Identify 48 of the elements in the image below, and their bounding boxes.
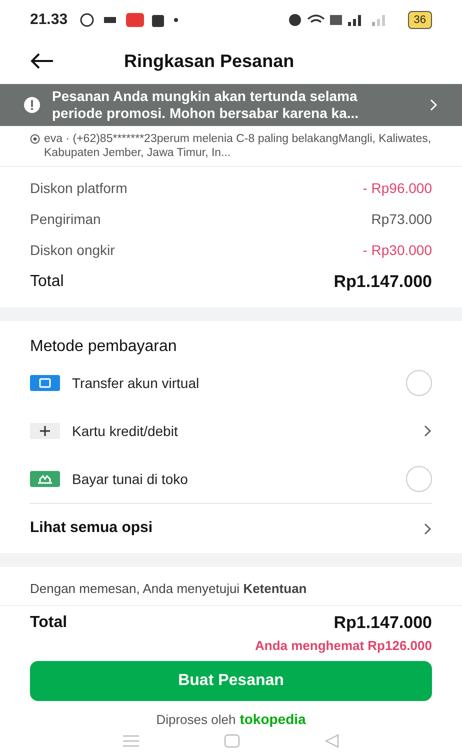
payment-option[interactable]: Bayar tunai di toko [30,455,432,503]
summary-value: - Rp96.000 [362,179,432,198]
radio-button[interactable] [406,370,432,396]
menu-icon[interactable] [122,735,139,747]
brand-logo-text: tokopedia [240,710,306,729]
card-icon [30,375,60,391]
notice-banner[interactable]: Pesanan Anda mungkin akan tertunda selama periode promosi. Mohon bersabar karena ka... [0,84,462,126]
signal-icon [348,15,361,26]
home-icon[interactable] [224,734,240,748]
summary-value: - Rp30.000 [362,241,432,260]
footer-total-label: Total [30,612,68,633]
page-title: Ringkasan Pesanan [124,50,294,73]
dot-icon [174,18,178,22]
summary-value: Rp1.147.000 [334,270,432,293]
payment-option[interactable]: Transfer akun virtual [30,359,432,407]
back-button[interactable] [30,53,54,69]
wifi-icon [306,14,325,23]
address-text: eva · (+62)85*******23perum melenia C-8 paling belakangMangli, Kaliwates, Kabupaten Jember, Jawa Timur, In... [44,132,432,160]
payment-option[interactable]: Kartu kredit/debit [30,407,432,455]
summary-label: Pengiriman [30,210,101,229]
chevron-icon [424,425,432,437]
savings-text: Anda menghemat Rp126.000 [254,636,432,655]
summary-value: Rp73.000 [371,210,432,229]
payment-label: Kartu kredit/debit [72,422,179,440]
circle-icon [80,13,94,27]
summary-label: Diskon platform [30,179,128,198]
summary-label: Diskon ongkir [30,241,115,260]
location-icon [30,134,40,144]
see-all-link[interactable]: Lihat semua opsi [30,517,153,540]
chevron-icon [424,522,432,534]
signal-icon [372,15,385,26]
payment-label: Bayar tunai di toko [72,470,189,489]
section-title: Metode pembayaran [30,338,177,355]
chevron-icon [430,99,438,111]
status-time: 21.33 [30,10,68,30]
alert-icon [24,97,40,113]
consent-text: Dengan memesan, Anda menyetujui Ketentuan [30,581,307,596]
payment-label: Transfer akun virtual [72,374,200,392]
summary-label: Total [30,272,64,292]
store-icon [30,471,60,487]
footer-total-value: Rp1.147.000 [334,612,432,634]
back-nav-icon[interactable] [325,734,340,748]
notice-text: Pesanan Anda mungkin akan tertunda selama periode promosi. Mohon bersabar karena ka... [52,88,360,122]
battery-indicator: 36 [408,10,432,30]
plus-icon [30,423,60,439]
radio-button[interactable] [406,466,432,492]
app-icon [126,13,144,27]
processed-by-text: Diproses oleh [156,711,236,729]
